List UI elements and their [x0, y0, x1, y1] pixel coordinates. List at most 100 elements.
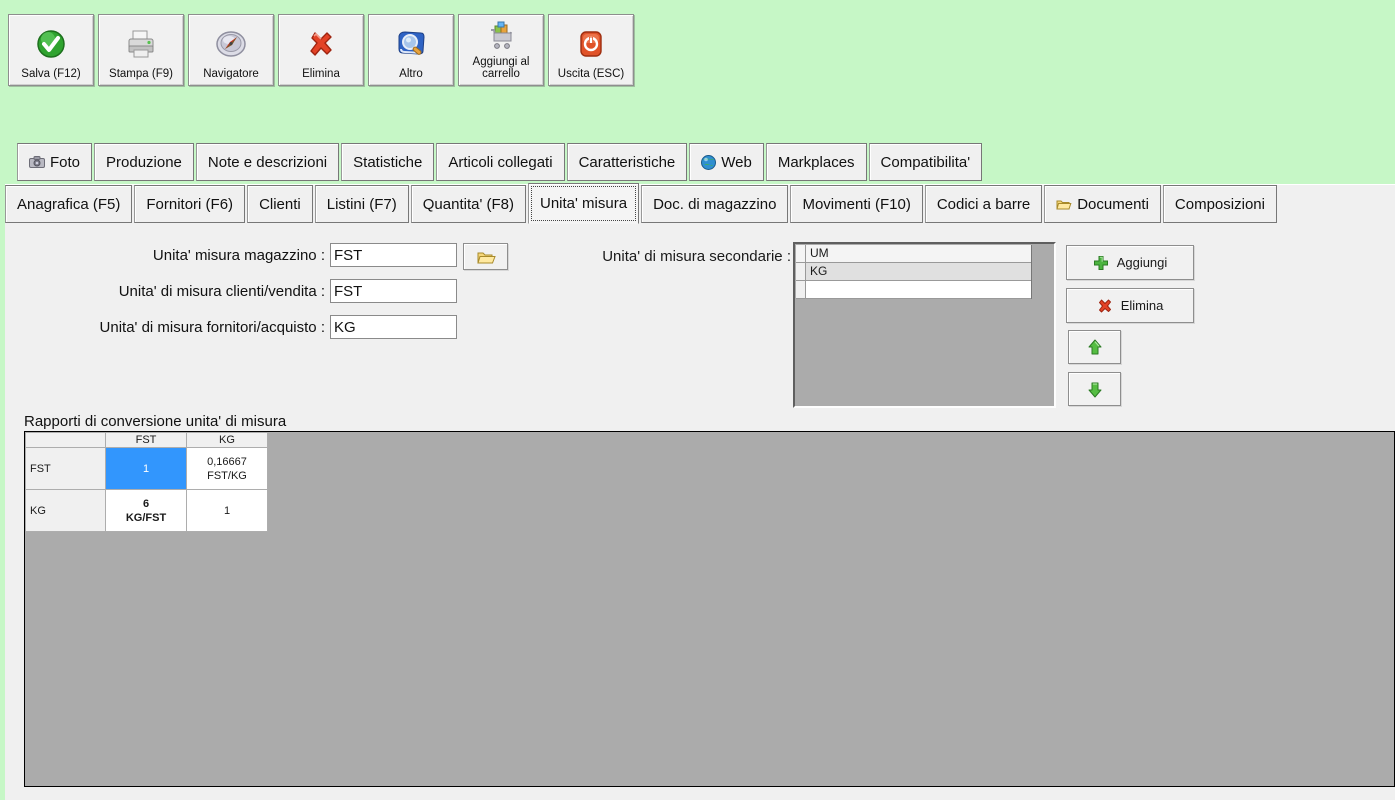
tab-doc-di-magazzino[interactable]: Doc. di magazzino [641, 185, 789, 223]
field-label-clienti-vendita: Unita' di misura clienti/vendita : [118, 283, 325, 300]
tab-movimenti[interactable]: Movimenti (F10) [790, 185, 923, 223]
tab-caratteristiche[interactable]: Caratteristiche [566, 143, 688, 181]
cart-icon [483, 19, 519, 56]
toolbar: Salva (F12) Stampa (F9) Navigatore Elimi… [8, 14, 634, 86]
tab-label: Doc. di magazzino [653, 195, 777, 213]
row-selector [796, 245, 806, 263]
secondary-units-label: Unita' di misura secondarie : [602, 248, 791, 265]
tab-label: Caratteristiche [578, 153, 676, 171]
tab-label: Anagrafica (F5) [17, 195, 121, 213]
table-row: KG 6 KG/FST 1 [25, 489, 268, 533]
globe-icon [701, 154, 717, 170]
toolbar-button-label: Uscita (ESC) [557, 68, 625, 81]
power-icon [574, 19, 608, 68]
plus-icon [1093, 255, 1109, 271]
tab-clienti[interactable]: Clienti [247, 185, 313, 223]
tab-label: Movimenti (F10) [802, 195, 911, 213]
tab-unita-misura[interactable]: Unita' misura [528, 183, 640, 224]
conversion-table: FST KG FST 1 0,16667 FST/KG KG 6 KG/FST [25, 431, 268, 533]
field-label-magazzino: Unita' misura magazzino : [152, 247, 325, 264]
print-button[interactable]: Stampa (F9) [98, 14, 184, 86]
tab-codici-a-barre[interactable]: Codici a barre [924, 185, 1043, 223]
tab-compatibilita[interactable]: Compatibilita' [868, 143, 983, 181]
tab-label: Composizioni [1174, 195, 1265, 213]
tab-label: Quantita' (F8) [422, 195, 514, 213]
cell-fst-fst[interactable]: 1 [105, 447, 187, 491]
tab-label: Foto [50, 153, 81, 171]
list-item[interactable]: KG [796, 263, 1031, 281]
tab-anagrafica[interactable]: Anagrafica (F5) [5, 185, 133, 223]
toolbar-button-label: Altro [399, 68, 423, 81]
add-to-cart-button[interactable]: Aggiungi al carrello [458, 14, 544, 86]
tab-listini[interactable]: Listini (F7) [314, 185, 409, 223]
table-header-row: FST KG [25, 431, 268, 449]
save-check-icon [34, 19, 68, 68]
tab-label: Note e descrizioni [207, 153, 328, 171]
column-header-fst: FST [105, 431, 187, 449]
navigator-button[interactable]: Navigatore [188, 14, 274, 86]
cell-fst-kg[interactable]: 0,16667 FST/KG [186, 447, 268, 491]
tab-documenti[interactable]: Documenti [1044, 185, 1161, 223]
toolbar-button-label: Elimina [302, 68, 340, 81]
um-clienti-vendita-input[interactable] [330, 279, 457, 303]
table-row: FST 1 0,16667 FST/KG [25, 447, 268, 491]
arrow-down-icon [1087, 381, 1103, 398]
toolbar-button-label: Stampa (F9) [109, 68, 173, 81]
secondary-units-list: UM KG [796, 245, 1032, 299]
exit-button[interactable]: Uscita (ESC) [548, 14, 634, 86]
tab-articoli-collegati[interactable]: Articoli collegati [436, 143, 565, 181]
toolbar-button-label: Aggiungi al carrello [472, 55, 530, 81]
column-header: UM [806, 245, 1031, 263]
conversion-section-title: Rapporti di conversione unita' di misura [24, 413, 287, 430]
save-button[interactable]: Salva (F12) [8, 14, 94, 86]
tab-markplaces[interactable]: Markplaces [765, 143, 867, 181]
tab-label: Web [721, 153, 752, 171]
row-header-fst: FST [25, 447, 106, 491]
folder-icon [1056, 198, 1072, 211]
tab-produzione[interactable]: Produzione [94, 143, 194, 181]
arrow-up-icon [1087, 339, 1103, 356]
um-magazzino-input[interactable] [330, 243, 457, 267]
tab-note-e-descrizioni[interactable]: Note e descrizioni [195, 143, 340, 181]
toolbar-button-label: Navigatore [203, 68, 259, 81]
tab-label: Codici a barre [936, 195, 1031, 213]
move-up-button[interactable] [1068, 330, 1121, 364]
camera-icon [29, 156, 45, 168]
cell-kg-kg[interactable]: 1 [186, 489, 268, 533]
conversion-grid-panel: FST KG FST 1 0,16667 FST/KG KG 6 KG/FST [24, 431, 1395, 787]
delete-secondary-unit-button[interactable]: Elimina [1066, 288, 1194, 323]
list-item[interactable] [796, 281, 1031, 299]
row-selector[interactable] [796, 263, 806, 281]
cell-kg-fst[interactable]: 6 KG/FST [105, 489, 187, 533]
delete-button[interactable]: Elimina [278, 14, 364, 86]
tab-composizioni[interactable]: Composizioni [1162, 185, 1277, 223]
tab-label: Documenti [1077, 195, 1149, 213]
tab-quantita[interactable]: Quantita' (F8) [410, 185, 526, 223]
tab-label: Clienti [259, 195, 301, 213]
tab-fornitori[interactable]: Fornitori (F6) [134, 185, 246, 223]
delete-x-icon [304, 19, 338, 68]
other-button[interactable]: Altro [368, 14, 454, 86]
toolbar-button-label: Salva (F12) [21, 68, 81, 81]
corner-cell [25, 431, 106, 449]
book-magnifier-icon [393, 19, 429, 68]
row-selector[interactable] [796, 281, 806, 299]
column-header-kg: KG [186, 431, 268, 449]
add-secondary-unit-button[interactable]: Aggiungi [1066, 245, 1194, 280]
field-label-fornitori-acquisto: Unita' di misura fornitori/acquisto : [99, 319, 325, 336]
um-fornitori-acquisto-input[interactable] [330, 315, 457, 339]
move-down-button[interactable] [1068, 372, 1121, 406]
tab-label: Statistiche [353, 153, 423, 171]
tab-web[interactable]: Web [689, 143, 764, 181]
button-label: Elimina [1120, 298, 1164, 313]
list-item-value: KG [806, 263, 1031, 281]
tab-row-upper: Foto Produzione Note e descrizioni Stati… [17, 143, 984, 181]
printer-icon [124, 19, 158, 68]
tab-foto[interactable]: Foto [17, 143, 93, 181]
tab-label: Articoli collegati [448, 153, 553, 171]
secondary-units-panel: UM KG [793, 242, 1056, 408]
tab-statistiche[interactable]: Statistiche [341, 143, 435, 181]
tab-label: Markplaces [777, 153, 855, 171]
tab-label: Compatibilita' [880, 153, 971, 171]
list-item-value [806, 281, 1031, 299]
